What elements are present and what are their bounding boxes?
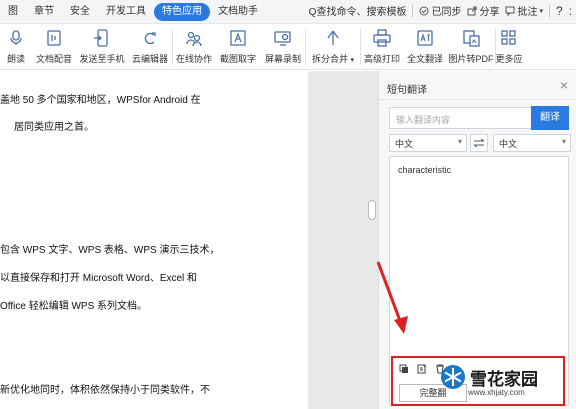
translate-icon [417, 30, 433, 46]
online-collab-label: 在线协作 [175, 54, 212, 64]
divider [548, 3, 550, 18]
screenshot-ocr-label: 截图取字 [219, 54, 256, 64]
menu-tab-partial[interactable]: 图 [0, 3, 26, 21]
panel-title: 短句翻译 [387, 85, 427, 96]
scrollbar-thumb[interactable] [368, 200, 376, 220]
print-icon [373, 29, 391, 47]
insert-doc-icon[interactable] [417, 364, 427, 374]
doc-dubbing-button[interactable]: 文档配音 [32, 24, 76, 70]
split-merge-button[interactable]: 拆分合并 ▾ [306, 24, 360, 70]
screen-record-icon [274, 31, 291, 46]
source-language-select[interactable]: 中文 ▾ [389, 134, 467, 152]
share-icon [467, 6, 477, 15]
translate-button[interactable]: 翻译 [531, 106, 569, 130]
document-gutter [308, 71, 378, 409]
annotate-button[interactable]: 批注 ▾ [505, 3, 543, 18]
cloud-editor-label: 云编辑器 [131, 54, 168, 64]
menu-tab-security[interactable]: 安全 [62, 3, 98, 21]
menu-tab-special-apps[interactable]: 特色应用 [154, 2, 210, 21]
target-language-value: 中文 [499, 139, 518, 149]
menu-tab-doc-assistant[interactable]: 文档助手 [210, 3, 266, 21]
read-aloud-button[interactable]: 朗读 [0, 24, 32, 70]
menubar-right: Q查找命令、搜索模板 已同步 分享 批注 ▾ ? : [309, 3, 572, 18]
close-icon[interactable]: × [560, 77, 568, 93]
share-label: 分享 [479, 7, 500, 18]
split-merge-icon [327, 30, 339, 45]
read-aloud-label: 朗读 [6, 54, 25, 64]
share-button[interactable]: 分享 [467, 3, 499, 18]
watermark-url: www.xhjaty.com [468, 388, 525, 397]
advanced-print-button[interactable]: 高级打印 [361, 24, 403, 70]
split-merge-label: 拆分合并 ▾ [311, 54, 355, 64]
divider [412, 3, 414, 18]
menu-tab-dev-tools[interactable]: 开发工具 [98, 3, 154, 21]
snowflake-logo-icon [441, 365, 465, 389]
screenshot-ocr-button[interactable]: 截图取字 [215, 24, 261, 70]
source-language-value: 中文 [395, 139, 414, 149]
sync-check-icon [419, 6, 429, 15]
watermark-text: 雪花家园 [470, 369, 538, 389]
menu-bar: 图 章节 安全 开发工具 特色应用 文档助手 Q查找命令、搜索模板 已同步 分享… [0, 0, 576, 24]
online-collab-button[interactable]: 在线协作 [173, 24, 215, 70]
full-translate-label: 全文翻译 [406, 54, 443, 64]
target-language-select[interactable]: 中文 ▾ [493, 134, 571, 152]
send-to-phone-label: 发送至手机 [79, 54, 125, 64]
doc-dubbing-label: 文档配音 [35, 54, 72, 64]
translation-result-text: characteristic [398, 165, 452, 175]
send-to-phone-icon [94, 29, 108, 47]
menu-tab-chapter[interactable]: 章节 [26, 3, 62, 21]
red-arrow-annotation [376, 261, 408, 334]
doc-line: 盖地 50 多个国家和地区，WPSfor Android 在 [0, 95, 201, 106]
document-page[interactable]: 盖地 50 多个国家和地区，WPSfor Android 在 居同类应用之首。 … [0, 71, 308, 409]
cloud-editor-icon [144, 32, 156, 45]
image-to-pdf-button[interactable]: 图片转PDF [447, 24, 495, 70]
doc-line: 新优化地同时，体积依然保持小于同类软件，不 [0, 385, 210, 396]
chevron-down-icon: ▾ [457, 137, 462, 146]
image-to-pdf-label: 图片转PDF [448, 54, 494, 64]
doc-line: 以直接保存和打开 Microsoft Word、Excel 和 [0, 273, 198, 284]
site-watermark: 雪花家园 www.xhjaty.com [440, 364, 538, 397]
sync-label: 已同步 [431, 7, 462, 18]
more-menu-button[interactable]: : [569, 4, 572, 18]
more-apps-label: 更多应 [495, 54, 523, 64]
menu-tabs: 图 章节 安全 开发工具 特色应用 文档助手 [0, 2, 266, 21]
collaboration-icon [186, 31, 202, 47]
wps-window: 图 章节 安全 开发工具 特色应用 文档助手 Q查找命令、搜索模板 已同步 分享… [0, 0, 576, 409]
command-search[interactable]: Q查找命令、搜索模板 [309, 3, 407, 18]
cloud-editor-button[interactable]: 云编辑器 [128, 24, 172, 70]
swap-language-button[interactable] [470, 134, 488, 152]
chevron-down-icon: ▾ [539, 7, 543, 15]
translate-input[interactable]: 输入翻译内容 [389, 107, 533, 129]
full-translate-button[interactable]: 全文翻译 [403, 24, 447, 70]
sync-button[interactable]: 已同步 [419, 3, 461, 18]
more-apps-icon [501, 30, 516, 45]
microphone-icon [10, 30, 22, 45]
divider [379, 99, 576, 100]
doc-line: 居同类应用之首。 [14, 122, 94, 133]
send-to-phone-button[interactable]: 发送至手机 [76, 24, 128, 70]
copy-icon[interactable] [399, 364, 409, 374]
chevron-down-icon: ▾ [350, 57, 355, 64]
swap-arrows-icon [473, 138, 485, 148]
ribbon-toolbar: 朗读 文档配音 发送至手机 云编辑器 在线协作 截图取字 屏幕录制 拆分合并 ▾… [0, 24, 576, 70]
chevron-down-icon: ▾ [561, 137, 566, 146]
comment-icon [505, 6, 515, 16]
action-icons [399, 364, 445, 374]
image-to-pdf-icon [463, 30, 480, 47]
screen-record-button[interactable]: 屏幕录制 [261, 24, 305, 70]
more-apps-button[interactable]: 更多应 [495, 24, 523, 70]
doc-line: Office 轻松编辑 WPS 系列文档。 [0, 301, 148, 312]
ocr-icon [230, 30, 246, 46]
screen-record-label: 屏幕录制 [264, 54, 301, 64]
annotate-label: 批注 [517, 7, 538, 18]
advanced-print-label: 高级打印 [363, 54, 400, 64]
audio-doc-icon [47, 30, 61, 46]
help-button[interactable]: ? [556, 4, 563, 18]
doc-line: 包含 WPS 文字、WPS 表格、WPS 演示三技术， [0, 245, 220, 256]
